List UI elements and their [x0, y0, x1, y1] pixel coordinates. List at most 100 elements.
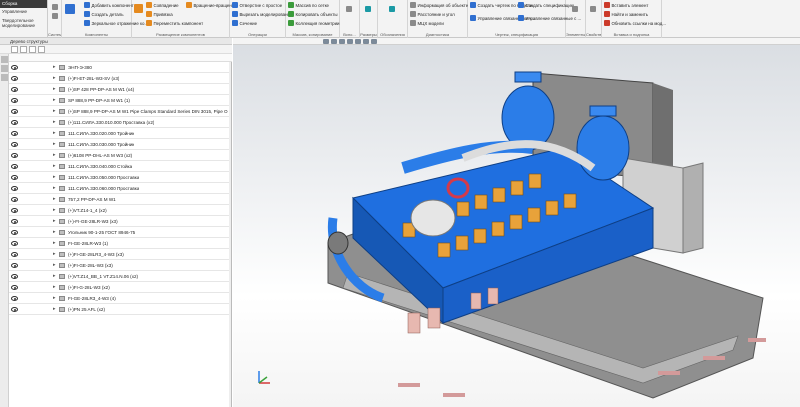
section-button[interactable]: Сечение: [232, 19, 257, 27]
tree-row[interactable]: ▸ 757,2 PP-DP-AS M W1: [9, 194, 230, 205]
visibility-eye-icon[interactable]: [11, 252, 18, 257]
model-viewport[interactable]: [233, 38, 800, 407]
mass-properties-button[interactable]: МЦХ модели: [410, 19, 444, 27]
visibility-eye-icon[interactable]: [11, 164, 18, 169]
coincidence-button[interactable]: Совпадение: [146, 1, 179, 9]
tree-row[interactable]: ▸ 111.СИЛА.330.060.000 Проставка: [9, 183, 230, 194]
visibility-eye-icon[interactable]: [11, 142, 18, 147]
expand-caret-icon[interactable]: ▸: [53, 293, 56, 304]
hole-button[interactable]: Отверстие с простое: [232, 1, 282, 9]
tree-row[interactable]: ▸ 111.СИЛА.330.040.000 Стойка: [9, 161, 230, 172]
visibility-eye-icon[interactable]: [11, 296, 18, 301]
visibility-eye-icon[interactable]: [11, 307, 18, 312]
tree-row[interactable]: ▸ (+)FI-GE-28L-W3 (x3): [9, 260, 230, 271]
expand-caret-icon[interactable]: ▸: [53, 84, 56, 95]
tree-row[interactable]: ▸ (+)VT.Z14-1_4 (x2): [9, 205, 230, 216]
tree-row[interactable]: ▸ (+)VT.Z14_BB_1 VT.Z14.N.06 (x2): [9, 271, 230, 282]
nav-item-solid-modeling[interactable]: Твердотельное моделирование: [0, 16, 47, 30]
visibility-eye-icon[interactable]: [11, 230, 18, 235]
design-element-icon[interactable]: [572, 6, 578, 12]
side-strip-button[interactable]: [1, 65, 8, 72]
nav-item-assembly[interactable]: Сборка: [0, 0, 47, 8]
aux-icon[interactable]: [346, 6, 352, 12]
expand-caret-icon[interactable]: ▸: [53, 62, 56, 73]
expand-caret-icon[interactable]: ▸: [53, 260, 56, 271]
visibility-eye-icon[interactable]: [11, 285, 18, 290]
expand-caret-icon[interactable]: ▸: [53, 249, 56, 260]
expand-caret-icon[interactable]: ▸: [53, 73, 56, 84]
visibility-eye-icon[interactable]: [11, 219, 18, 224]
copy-objects-button[interactable]: Копировать объекты: [288, 10, 338, 18]
tree-row[interactable]: ▸ (+)111.СИЛА.330.010.000 Проставка (x2): [9, 117, 230, 128]
expand-caret-icon[interactable]: ▸: [53, 282, 56, 293]
visibility-eye-icon[interactable]: [11, 87, 18, 92]
expand-caret-icon[interactable]: ▸: [53, 227, 56, 238]
nav-item-management[interactable]: Управление: [0, 8, 47, 16]
geometry-collection-button[interactable]: Коллекция геометрии: [288, 19, 340, 27]
visibility-eye-icon[interactable]: [11, 274, 18, 279]
create-part-button[interactable]: Создать деталь: [84, 10, 124, 18]
visibility-eye-icon[interactable]: [11, 65, 18, 70]
tree-sort-button[interactable]: [29, 46, 36, 53]
tree-scrollbar[interactable]: [229, 62, 231, 407]
expand-caret-icon[interactable]: ▸: [53, 128, 56, 139]
tree-row[interactable]: ▸ ЭНП-Э-380: [9, 62, 230, 73]
object-info-button[interactable]: Информация об объекте: [410, 1, 468, 9]
tree-options-button[interactable]: [38, 46, 45, 53]
distance-angle-button[interactable]: Расстояние и угол: [410, 10, 455, 18]
tree-filter-button[interactable]: [20, 46, 27, 53]
update-links-button[interactable]: Обновить ссылки на мод...: [604, 19, 666, 27]
tree-row[interactable]: ▸ SP 888,9 PP-DP-AS M W1 (1): [9, 95, 230, 106]
properties-icon[interactable]: [590, 6, 596, 12]
expand-caret-icon[interactable]: ▸: [53, 183, 56, 194]
expand-caret-icon[interactable]: ▸: [53, 172, 56, 183]
side-strip-button[interactable]: [1, 74, 8, 81]
tree-row[interactable]: ▸ (+)FI-GE-28LR3_4-W3 (x3): [9, 249, 230, 260]
anchor-button[interactable]: Привязка: [146, 10, 173, 18]
tree-mode-button[interactable]: [11, 46, 18, 53]
insert-element-button[interactable]: Вставить элемент: [604, 1, 648, 9]
tree-row[interactable]: ▸ (+)SP 428 PP-DP-AS M W1 (x4): [9, 84, 230, 95]
visibility-eye-icon[interactable]: [11, 175, 18, 180]
expand-caret-icon[interactable]: ▸: [53, 194, 56, 205]
expand-caret-icon[interactable]: ▸: [53, 150, 56, 161]
expand-caret-icon[interactable]: ▸: [53, 106, 56, 117]
visibility-eye-icon[interactable]: [11, 197, 18, 202]
placement-large-icon[interactable]: [134, 4, 143, 13]
visibility-eye-icon[interactable]: [11, 98, 18, 103]
expand-caret-icon[interactable]: ▸: [53, 271, 56, 282]
expand-caret-icon[interactable]: ▸: [53, 139, 56, 150]
visibility-eye-icon[interactable]: [11, 263, 18, 268]
visibility-eye-icon[interactable]: [11, 131, 18, 136]
tree-filter-row[interactable]: [0, 54, 232, 62]
tree-row[interactable]: ▸ (+)FI-G-28L-W3 (x2): [9, 282, 230, 293]
move-component-button[interactable]: Переместить компонент: [146, 19, 203, 27]
tree-row[interactable]: ▸ (+)PN 25 AFL (x2): [9, 304, 230, 315]
components-large-icon[interactable]: [65, 4, 75, 14]
grid-array-button[interactable]: Массив по сетке: [288, 1, 329, 9]
tree-row[interactable]: ▸ FI-GE-28LR3_4-W3 (4): [9, 293, 230, 304]
expand-caret-icon[interactable]: ▸: [53, 238, 56, 249]
side-strip-button[interactable]: [1, 56, 8, 63]
visibility-eye-icon[interactable]: [11, 109, 18, 114]
tree-row[interactable]: ▸ (+)6108 PP-DHL-AS M W3 (x2): [9, 150, 230, 161]
expand-caret-icon[interactable]: ▸: [53, 304, 56, 315]
visibility-eye-icon[interactable]: [11, 208, 18, 213]
expand-caret-icon[interactable]: ▸: [53, 205, 56, 216]
tree-row[interactable]: ▸ (+)SP 888,9 PP-DP-AS M W1 Pipe Clamps S…: [9, 106, 230, 117]
expand-caret-icon[interactable]: ▸: [53, 95, 56, 106]
system-icon[interactable]: [52, 4, 58, 10]
cut-button[interactable]: Вырезать моделирование: [232, 10, 292, 18]
tree-row[interactable]: ▸ (+)-FI-GE-28LR-W3 (x3): [9, 216, 230, 227]
tree-row[interactable]: ▸ FI-GE-28LR-W3 (1): [9, 238, 230, 249]
tree-row[interactable]: ▸ 111.СИЛА.330.030.000 Тройник: [9, 139, 230, 150]
find-replace-button[interactable]: Найти и заменить: [604, 10, 648, 18]
tree-row[interactable]: ▸ (+)FI-ET-28L-W3-SV (x3): [9, 73, 230, 84]
tree-row[interactable]: ▸ Угольник 90-1-25 ГОСТ 8946-75: [9, 227, 230, 238]
visibility-eye-icon[interactable]: [11, 153, 18, 158]
save-icon[interactable]: [52, 13, 58, 19]
dimension-icon[interactable]: [365, 6, 371, 12]
visibility-eye-icon[interactable]: [11, 76, 18, 81]
expand-caret-icon[interactable]: ▸: [53, 161, 56, 172]
tree-row[interactable]: ▸ 111.СИЛА.330.050.000 Проставка: [9, 172, 230, 183]
